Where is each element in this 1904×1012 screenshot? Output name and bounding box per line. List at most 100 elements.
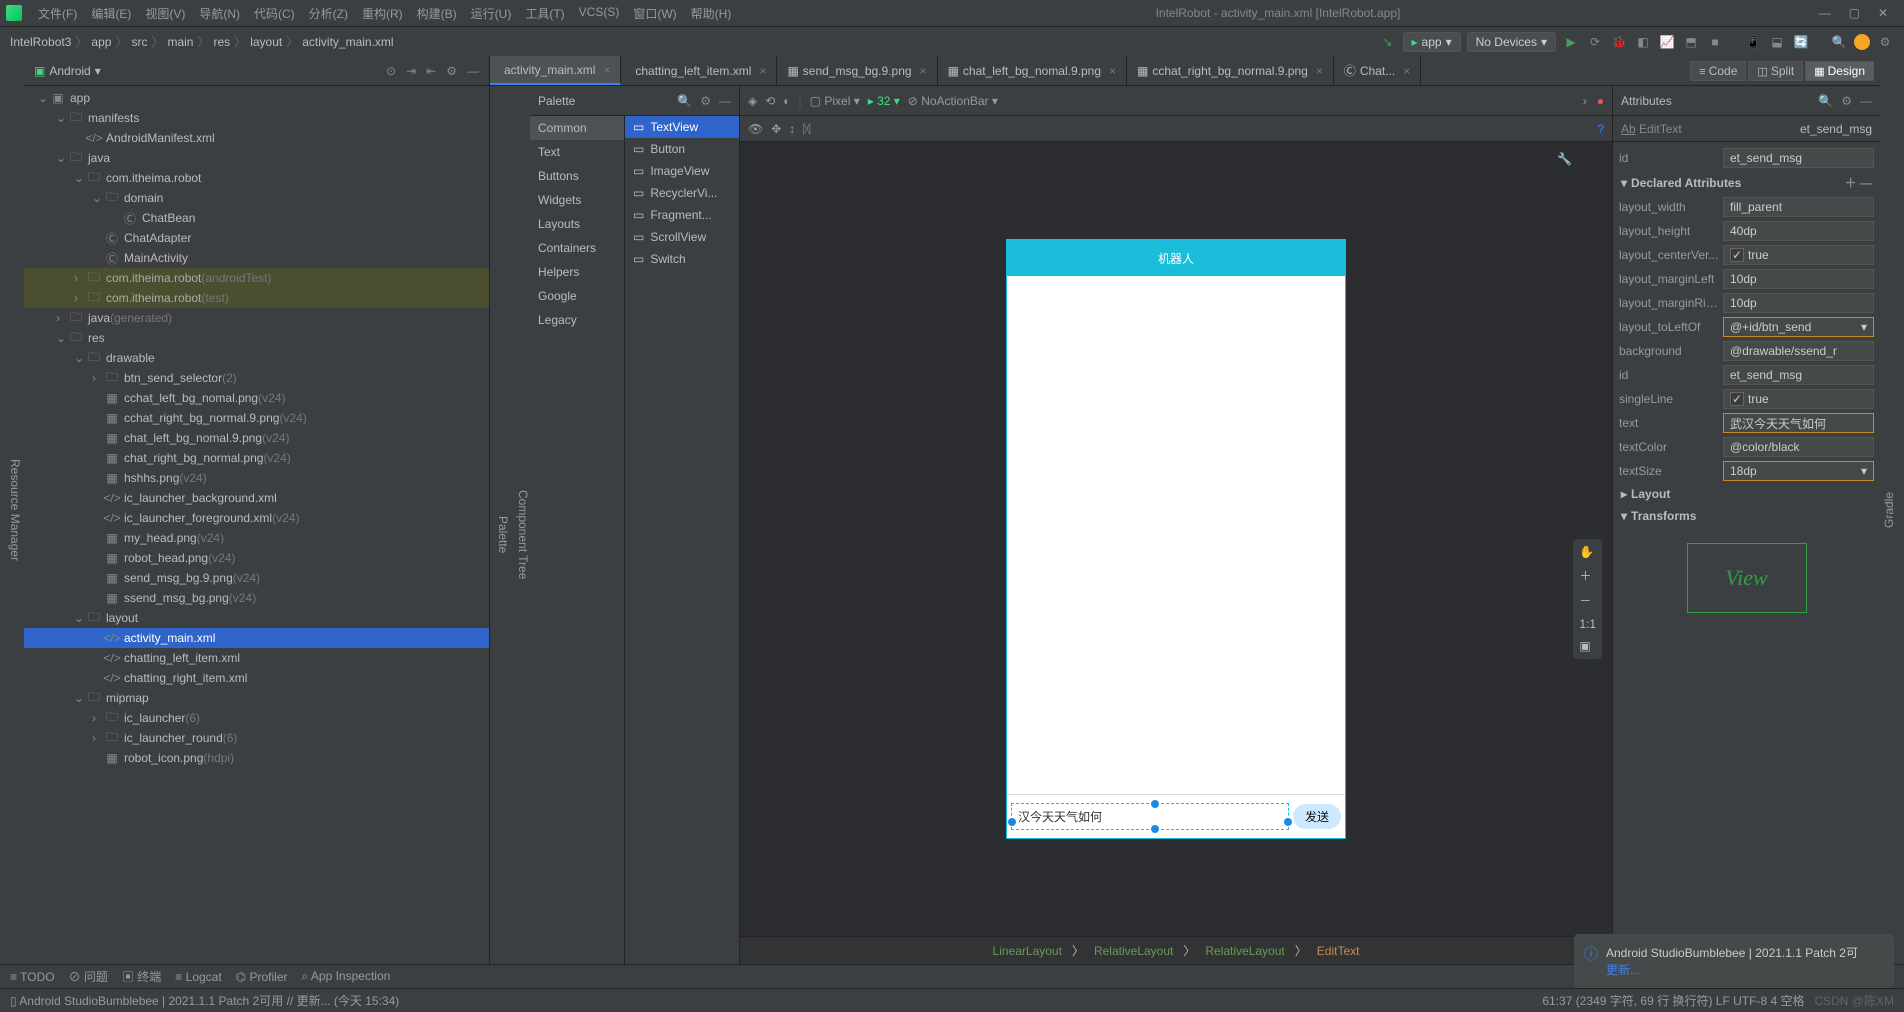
attr-row[interactable]: layout_widthfill_parent <box>1619 195 1874 219</box>
tab-close-icon[interactable]: × <box>920 64 927 78</box>
phone-send-btn[interactable]: 发送 <box>1293 804 1341 829</box>
editor-tab[interactable]: ▦cchat_right_bg_normal.9.png× <box>1127 56 1334 85</box>
tree-row[interactable]: ⌄🗀mipmap <box>24 688 489 708</box>
palette-item[interactable]: ▭Button <box>625 138 739 160</box>
breadcrumb-item[interactable]: src <box>131 35 147 49</box>
palette-item[interactable]: ▭ImageView <box>625 160 739 182</box>
tree-row[interactable]: ⌄🗀domain <box>24 188 489 208</box>
todo-tool[interactable]: ≡ TODO <box>10 970 55 984</box>
tree-row[interactable]: </>ic_launcher_background.xml <box>24 488 489 508</box>
menu-item[interactable]: 窗口(W) <box>627 3 682 24</box>
gradle-tab[interactable]: Gradle <box>1882 76 1896 944</box>
notif-link[interactable]: 更新... <box>1606 961 1858 978</box>
declared-attrs-section[interactable]: ▾ Declared Attributes＋ — <box>1619 170 1874 195</box>
palette-item[interactable]: ▭Fragment... <box>625 204 739 226</box>
window-controls[interactable]: — ▢ ✕ <box>1819 6 1898 20</box>
canvas-tools[interactable]: ✋ ＋ － 1:1 ▣ <box>1573 539 1602 659</box>
tree-row[interactable]: </>chatting_right_item.xml <box>24 668 489 688</box>
tab-close-icon[interactable]: × <box>1109 64 1116 78</box>
tree-row[interactable]: ▦hshhs.png (v24) <box>24 468 489 488</box>
settings-icon[interactable]: ⚙ <box>1876 33 1894 51</box>
palette-category[interactable]: Containers <box>530 236 624 260</box>
resource-mgr-tab[interactable]: Resource Manager <box>8 76 22 944</box>
menu-item[interactable]: 重构(R) <box>356 3 409 24</box>
breadcrumb[interactable]: IntelRobot3〉app〉src〉main〉res〉layout〉acti… <box>10 33 394 50</box>
tree-row[interactable]: ›🗀btn_send_selector (2) <box>24 368 489 388</box>
palette-item[interactable]: ▭Switch <box>625 248 739 270</box>
tree-row[interactable]: </>AndroidManifest.xml <box>24 128 489 148</box>
warn-icon[interactable]: ● <box>1597 94 1604 108</box>
zoom-out-icon[interactable]: － <box>1579 592 1596 609</box>
editor-tab[interactable]: ⒸChat...× <box>1334 56 1421 85</box>
hide-icon[interactable]: — <box>467 64 479 78</box>
left-tool-strip[interactable]: Resource Manager 结构 收藏夹 Build Variants <box>0 56 24 964</box>
rotate-icon[interactable]: ↕ <box>789 122 795 136</box>
palette-category[interactable]: Legacy <box>530 308 624 332</box>
zoom-fit-icon[interactable]: 1:1 <box>1579 617 1596 631</box>
run-icon[interactable]: ▶ <box>1562 33 1580 51</box>
tree-row[interactable]: ▦ssend_msg_bg.png (v24) <box>24 588 489 608</box>
search-icon[interactable]: 🔍 <box>1830 33 1848 51</box>
attr-id[interactable]: idet_send_msg <box>1619 146 1874 170</box>
editor-tab[interactable]: ▦send_msg_bg.9.png× <box>777 56 937 85</box>
debug-icon[interactable]: 🐞 <box>1610 33 1628 51</box>
theme-picker[interactable]: ⊘ NoActionBar ▾ <box>908 94 998 108</box>
tree-row[interactable]: </>ic_launcher_foreground.xml (v24) <box>24 508 489 528</box>
appinsp-tool[interactable]: ⌕ App Inspection <box>302 969 391 984</box>
design-canvas[interactable]: 🔧 机器人 汉今天天气如何 发送 <box>740 142 1612 936</box>
orient-icon[interactable]: ⟲ <box>765 94 775 108</box>
layout-section[interactable]: ▸ Layout <box>1619 483 1874 505</box>
zoom-in-icon[interactable]: ＋ <box>1579 567 1596 584</box>
tree-row[interactable]: ⌄🗀manifests <box>24 108 489 128</box>
palette-strip[interactable]: Palette <box>490 86 510 964</box>
menu-item[interactable]: 代码(C) <box>248 3 301 24</box>
profiler-tool[interactable]: ⌬ Profiler <box>236 970 288 984</box>
tree-row[interactable]: ⌄▣app <box>24 88 489 108</box>
terminal-tool[interactable]: ▣ 终端 <box>122 968 161 985</box>
palette-categories[interactable]: CommonTextButtonsWidgetsLayoutsContainer… <box>530 116 625 964</box>
tree-row[interactable]: ›🗀com.itheima.robot (androidTest) <box>24 268 489 288</box>
tree-row[interactable]: ▦robot_icon.png (hdpi) <box>24 748 489 768</box>
pan-icon[interactable]: ✥ <box>771 122 781 136</box>
eye-icon[interactable]: 👁 <box>748 122 763 136</box>
minimize-icon[interactable]: — <box>1819 6 1831 20</box>
menu-item[interactable]: 文件(F) <box>32 3 83 24</box>
menu-item[interactable]: 帮助(H) <box>685 3 738 24</box>
run-config-dropdown[interactable]: ▸app ▾ <box>1403 32 1461 52</box>
a11y-icon[interactable]: ᛞ <box>803 122 810 136</box>
tree-row[interactable]: ⒸChatAdapter <box>24 228 489 248</box>
attr-row[interactable]: singleLine✓true <box>1619 387 1874 411</box>
tab-close-icon[interactable]: × <box>603 63 610 77</box>
sync-icon[interactable]: 🔄 <box>1792 33 1810 51</box>
coverage-icon[interactable]: ◧ <box>1634 33 1652 51</box>
night-icon[interactable]: ◐ <box>783 94 790 108</box>
breadcrumb-item[interactable]: main <box>167 35 193 49</box>
search-icon[interactable]: 🔍 <box>677 94 692 108</box>
api-picker[interactable]: ▸ 32 ▾ <box>868 94 900 108</box>
palette-category[interactable]: Layouts <box>530 212 624 236</box>
tree-row[interactable]: ▦send_msg_bg.9.png (v24) <box>24 568 489 588</box>
palette-items[interactable]: ▭TextView▭Button▭ImageView▭RecyclerVi...… <box>625 116 739 964</box>
gear-icon[interactable]: ⚙ <box>1841 94 1852 108</box>
device-picker[interactable]: ▢ Pixel ▾ <box>810 94 860 108</box>
attr-row[interactable]: idet_send_msg <box>1619 363 1874 387</box>
attach-icon[interactable]: ⬒ <box>1682 33 1700 51</box>
menu-item[interactable]: 构建(B) <box>411 3 463 24</box>
locale-icon[interactable]: › <box>1583 94 1587 108</box>
tree-row[interactable]: ▦chat_right_bg_normal.png (v24) <box>24 448 489 468</box>
project-mode-dropdown[interactable]: ▣ Android ▾ <box>34 64 101 78</box>
tree-row[interactable]: ⌄🗀java <box>24 148 489 168</box>
tree-row[interactable]: ⒸMainActivity <box>24 248 489 268</box>
phone-edittext[interactable]: 汉今天天气如何 <box>1011 803 1289 830</box>
avd-icon[interactable]: 📱 <box>1744 33 1762 51</box>
palette-category[interactable]: Widgets <box>530 188 624 212</box>
menu-item[interactable]: 工具(T) <box>519 3 570 24</box>
palette-category[interactable]: Helpers <box>530 260 624 284</box>
design-toolbar[interactable]: ◈ ⟲ ◐ | ▢ Pixel ▾ ▸ 32 ▾ ⊘ NoActionBar ▾… <box>740 86 1612 116</box>
attr-row[interactable]: background@drawable/ssend_r <box>1619 339 1874 363</box>
tree-row[interactable]: ▦cchat_right_bg_normal.9.png (v24) <box>24 408 489 428</box>
back-run-icon[interactable]: ↘ <box>1379 33 1397 51</box>
maximize-icon[interactable]: ▢ <box>1849 6 1860 20</box>
palette-item[interactable]: ▭ScrollView <box>625 226 739 248</box>
tree-row[interactable]: ›🗀ic_launcher_round (6) <box>24 728 489 748</box>
